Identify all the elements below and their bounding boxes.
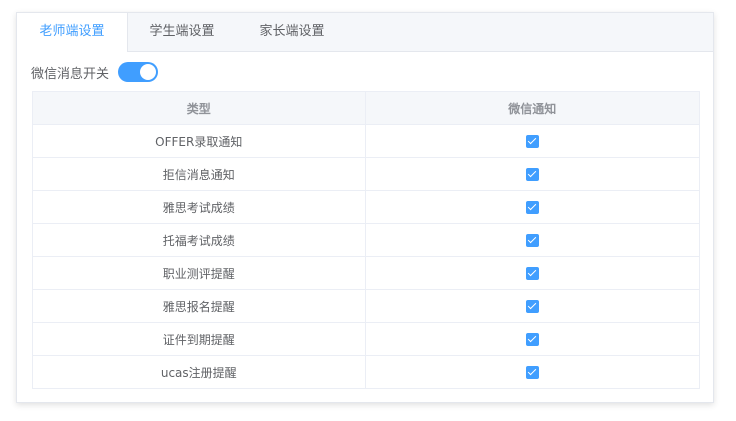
wechat-notify-cell — [364, 355, 701, 389]
wechat-notify-cell — [364, 289, 701, 323]
wechat-notify-cell — [364, 124, 701, 158]
wechat-notify-checkbox[interactable] — [525, 267, 539, 280]
wechat-notify-checkbox[interactable] — [525, 234, 539, 247]
wechat-switch-label: 微信消息开关 — [31, 66, 110, 82]
tab-bar: 老师端设置 学生端设置 家长端设置 — [17, 13, 713, 52]
wechat-notify-cell — [364, 256, 701, 290]
column-header-wechat-notify: 微信通知 — [364, 91, 701, 125]
table-header-row: 类型 微信通知 — [32, 91, 701, 125]
row-type-label: 托福考试成绩 — [32, 223, 366, 257]
tab-student-settings[interactable]: 学生端设置 — [127, 13, 237, 51]
column-header-type: 类型 — [32, 91, 366, 125]
wechat-notify-checkbox[interactable] — [525, 168, 539, 181]
row-type-label: 拒信消息通知 — [32, 157, 366, 191]
notification-table: 类型 微信通知 OFFER录取通知 拒信消息通知 雅思考试成绩 托福考试成绩 职… — [32, 91, 701, 389]
table-row: OFFER录取通知 — [32, 124, 701, 158]
tab-parent-settings[interactable]: 家长端设置 — [237, 13, 347, 51]
wechat-message-toggle[interactable] — [118, 62, 159, 82]
wechat-notify-checkbox[interactable] — [525, 333, 539, 346]
table-row: 托福考试成绩 — [32, 223, 701, 257]
toggle-knob — [140, 64, 157, 80]
table-row: 拒信消息通知 — [32, 157, 701, 191]
table-row: 雅思报名提醒 — [32, 289, 701, 323]
wechat-notify-checkbox[interactable] — [525, 366, 539, 379]
wechat-notify-cell — [364, 190, 701, 224]
table-row: ucas注册提醒 — [32, 355, 701, 389]
row-type-label: ucas注册提醒 — [32, 355, 366, 389]
table-row: 职业测评提醒 — [32, 256, 701, 290]
wechat-notify-checkbox[interactable] — [525, 300, 539, 313]
wechat-notify-cell — [364, 322, 701, 356]
row-type-label: 雅思考试成绩 — [32, 190, 366, 224]
wechat-switch-row: 微信消息开关 — [31, 60, 159, 84]
table-row: 雅思考试成绩 — [32, 190, 701, 224]
wechat-notify-checkbox[interactable] — [525, 135, 539, 148]
row-type-label: OFFER录取通知 — [32, 124, 366, 158]
wechat-notify-cell — [364, 223, 701, 257]
row-type-label: 雅思报名提醒 — [32, 289, 366, 323]
row-type-label: 证件到期提醒 — [32, 322, 366, 356]
settings-card: 老师端设置 学生端设置 家长端设置 微信消息开关 类型 微信通知 OFFER录取… — [16, 12, 714, 403]
wechat-notify-checkbox[interactable] — [525, 201, 539, 214]
wechat-notify-cell — [364, 157, 701, 191]
table-row: 证件到期提醒 — [32, 322, 701, 356]
row-type-label: 职业测评提醒 — [32, 256, 366, 290]
tab-teacher-settings[interactable]: 老师端设置 — [17, 13, 128, 52]
